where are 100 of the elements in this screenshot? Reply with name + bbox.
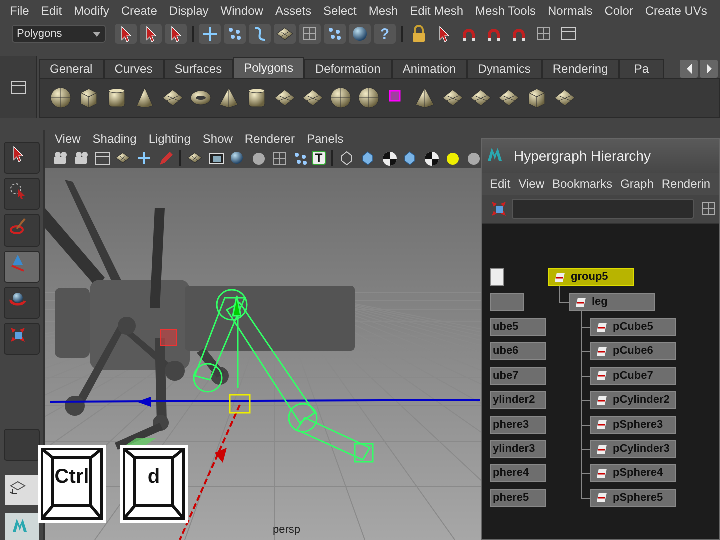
planes-icon[interactable] bbox=[498, 88, 520, 108]
polygon-cube-icon[interactable] bbox=[78, 88, 100, 108]
graph-node[interactable]: pCylinder3 bbox=[590, 440, 676, 458]
select-by-component-icon[interactable] bbox=[165, 24, 187, 44]
menu-item[interactable]: Edit Mesh bbox=[404, 4, 470, 18]
move-manipulator-drawing[interactable] bbox=[50, 394, 480, 540]
menu-item[interactable]: View bbox=[514, 177, 548, 191]
planes-icon[interactable] bbox=[442, 88, 464, 108]
menu-item[interactable]: Create UVs bbox=[639, 4, 714, 18]
polygon-pipe-icon[interactable] bbox=[246, 88, 268, 108]
scroll-arrow-button[interactable] bbox=[680, 60, 698, 78]
snap-to-vertex-icon[interactable] bbox=[324, 24, 346, 44]
menu-item[interactable]: Lighting bbox=[142, 132, 197, 146]
polygon-torus-icon[interactable] bbox=[190, 88, 212, 108]
menu-item[interactable]: Create bbox=[115, 4, 164, 18]
planes-icon[interactable] bbox=[554, 88, 576, 108]
shelf-tab[interactable]: Curves bbox=[104, 59, 164, 78]
shelf-tab[interactable]: Polygons bbox=[233, 57, 304, 78]
scale-tool-icon[interactable] bbox=[4, 322, 40, 356]
scroll-arrow-button[interactable] bbox=[700, 60, 718, 78]
mode-dropdown[interactable]: Polygons bbox=[12, 25, 106, 43]
crosshair-icon[interactable] bbox=[135, 150, 153, 166]
graph-node[interactable]: leg bbox=[569, 293, 655, 311]
menu-item[interactable]: Color bbox=[598, 4, 640, 18]
rotate-tool-icon[interactable] bbox=[4, 286, 40, 319]
menu-item[interactable]: Normals bbox=[542, 4, 599, 18]
menu-item[interactable]: Renderin bbox=[658, 177, 715, 191]
select-by-hierarchy-icon[interactable] bbox=[115, 24, 137, 44]
menu-item[interactable]: Assets bbox=[269, 4, 318, 18]
menu-item[interactable]: Panels bbox=[300, 132, 350, 146]
planes-icon[interactable] bbox=[470, 88, 492, 108]
menu-item[interactable]: Renderer bbox=[238, 132, 301, 146]
graph-node[interactable]: pSphere5 bbox=[590, 488, 676, 507]
layout-icon[interactable] bbox=[700, 200, 716, 218]
pyramid-icon[interactable] bbox=[414, 88, 436, 108]
menu-item[interactable]: Shading bbox=[86, 132, 143, 146]
menu-item[interactable]: Graph bbox=[616, 177, 658, 191]
menu-item[interactable]: Window bbox=[214, 4, 270, 18]
polygon-pyramid-icon[interactable] bbox=[218, 88, 240, 108]
shelf-tab[interactable]: General bbox=[39, 59, 104, 78]
cube-icon[interactable] bbox=[526, 88, 548, 108]
layout-icon[interactable] bbox=[4, 475, 38, 506]
graph-node[interactable]: pCube5 bbox=[590, 318, 676, 336]
checker-ball-icon[interactable] bbox=[422, 150, 440, 166]
graph-node[interactable]: pCube6 bbox=[590, 342, 676, 360]
graph-node[interactable]: phere5 bbox=[490, 488, 546, 507]
shelf-handle[interactable] bbox=[0, 56, 37, 118]
transform-node-icon bbox=[597, 396, 607, 405]
text-toggle-button[interactable]: T bbox=[312, 151, 326, 165]
shelf-tab[interactable]: Animation bbox=[392, 59, 468, 78]
graph-node[interactable]: pCube7 bbox=[590, 366, 676, 385]
shelf-tab[interactable]: Surfaces bbox=[164, 59, 234, 78]
camera-icon[interactable] bbox=[72, 150, 90, 166]
graph-node[interactable] bbox=[490, 268, 504, 286]
graph-node[interactable]: ube6 bbox=[490, 342, 546, 360]
plane-icon[interactable] bbox=[274, 88, 296, 108]
shelf-tab[interactable]: Deformation bbox=[304, 59, 392, 78]
menu-item[interactable]: Show bbox=[196, 132, 239, 146]
polygon-cone-icon[interactable] bbox=[134, 88, 156, 108]
snap-to-curve-icon[interactable] bbox=[249, 24, 271, 44]
camera-icon[interactable] bbox=[51, 150, 69, 166]
input-field[interactable] bbox=[512, 199, 694, 219]
snap-to-points-icon[interactable] bbox=[224, 24, 246, 44]
select-tool-icon[interactable] bbox=[4, 142, 40, 174]
graph-node[interactable] bbox=[490, 293, 524, 311]
shelf-tab[interactable]: Rendering bbox=[542, 59, 620, 78]
live-surface-icon[interactable] bbox=[349, 24, 371, 44]
graph-node[interactable]: pSphere3 bbox=[590, 416, 676, 434]
tool-slot[interactable] bbox=[4, 429, 40, 462]
graph-node[interactable]: ylinder2 bbox=[490, 391, 546, 410]
graph-node[interactable]: pSphere4 bbox=[590, 464, 676, 482]
menu-item[interactable]: Select bbox=[317, 4, 363, 18]
graph-node[interactable]: phere4 bbox=[490, 464, 546, 482]
shelf-tab[interactable]: Pa bbox=[619, 59, 664, 78]
help-button[interactable]: ? bbox=[374, 24, 396, 44]
insect-model-drawing[interactable] bbox=[45, 180, 355, 450]
menu-item[interactable]: Modify bbox=[68, 4, 116, 18]
graph-node[interactable]: pCylinder2 bbox=[590, 391, 676, 410]
polygon-sphere-icon[interactable] bbox=[50, 88, 72, 108]
graph-node[interactable]: group5 bbox=[548, 268, 634, 286]
graph-node[interactable]: ube5 bbox=[490, 318, 546, 336]
menu-item[interactable]: Display bbox=[163, 4, 215, 18]
menu-item[interactable]: Edit bbox=[486, 177, 515, 191]
menu-item[interactable]: Bookmarks bbox=[548, 177, 617, 191]
menu-item[interactable]: Edit bbox=[35, 4, 68, 18]
graph-node[interactable]: phere3 bbox=[490, 416, 546, 434]
paint-tool-icon[interactable] bbox=[4, 214, 40, 247]
polygon-plane-icon[interactable] bbox=[162, 88, 184, 108]
select-by-object-icon[interactable] bbox=[140, 24, 162, 44]
menu-item[interactable]: File bbox=[4, 4, 36, 18]
menu-item[interactable]: Mesh Tools bbox=[470, 4, 542, 18]
menu-item[interactable]: View bbox=[49, 132, 87, 146]
graph-node[interactable]: ylinder3 bbox=[490, 440, 546, 458]
snap-to-surface-icon[interactable] bbox=[274, 24, 296, 44]
graph-node[interactable]: ube7 bbox=[490, 366, 546, 385]
menu-item[interactable]: Mesh bbox=[362, 4, 404, 18]
leg-joint-drawing[interactable] bbox=[193, 289, 374, 463]
polygon-cylinder-icon[interactable] bbox=[106, 88, 128, 108]
shelf-tab[interactable]: Dynamics bbox=[467, 59, 542, 78]
move-tool-icon[interactable] bbox=[4, 250, 40, 283]
